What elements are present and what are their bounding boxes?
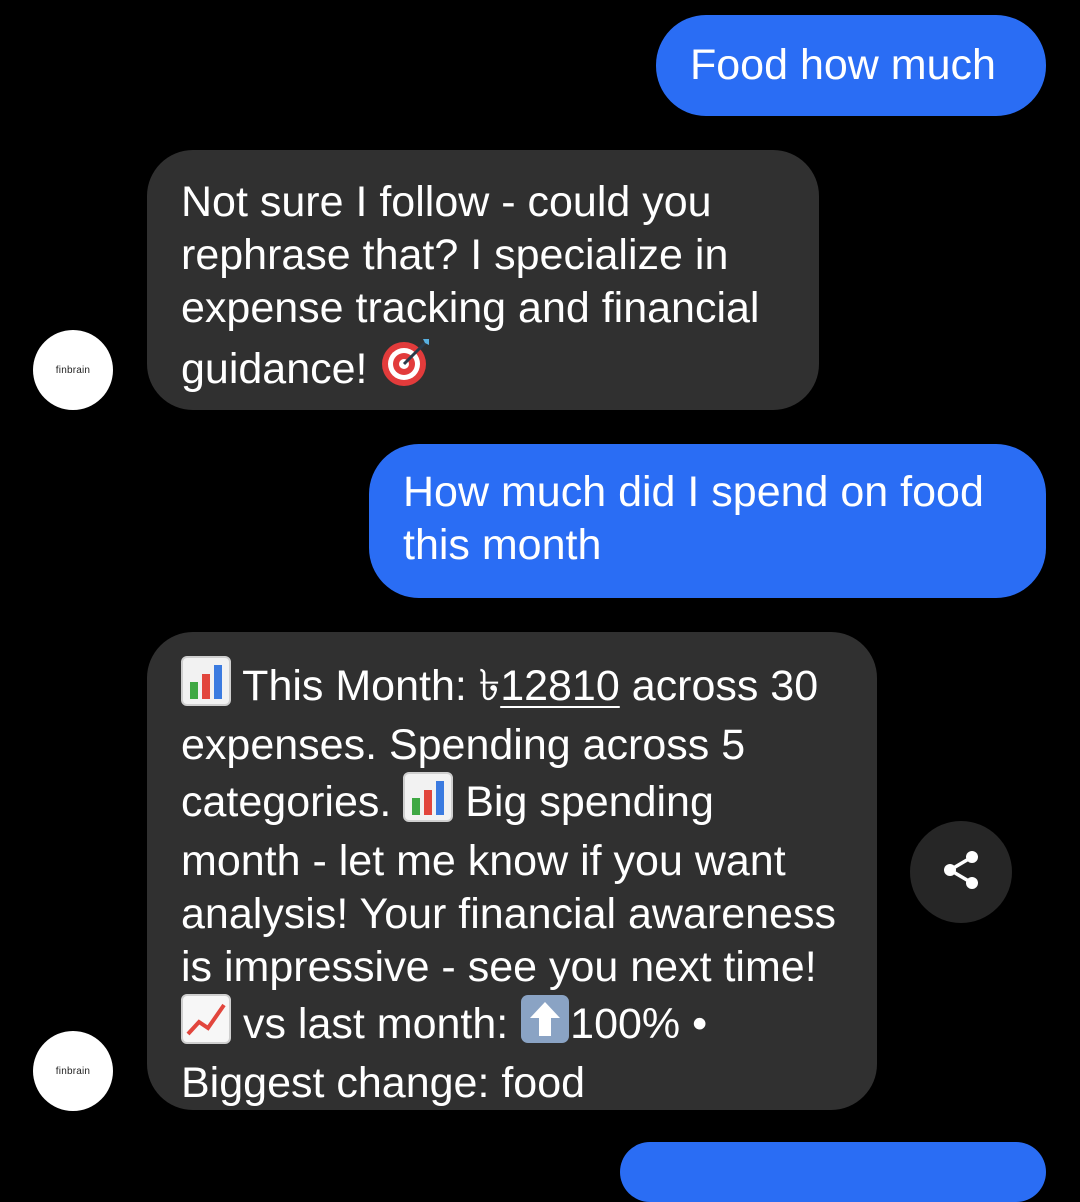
avatar-label: finbrain <box>55 1065 91 1077</box>
avatar[interactable]: finbrain <box>33 330 113 410</box>
direct-hit-target-icon <box>379 335 433 402</box>
message-text: Food how much <box>690 41 996 89</box>
share-button[interactable] <box>910 821 1012 923</box>
share-icon <box>939 848 983 897</box>
up-arrow-icon <box>520 994 570 1057</box>
message-text: Not sure I follow - could you rephrase t… <box>181 178 760 393</box>
outgoing-message-bubble[interactable]: How much did I spend on food this month <box>369 444 1046 598</box>
message-text: How much did I spend on food this month <box>403 468 984 569</box>
bar-chart-icon <box>403 772 454 835</box>
bar-chart-icon <box>181 656 231 719</box>
incoming-message-bubble[interactable]: This Month: ৳12810 across 30 expenses. S… <box>147 632 877 1110</box>
outgoing-message-bubble[interactable]: Food how much <box>656 15 1046 116</box>
message-text: This Month: ৳ <box>242 662 501 710</box>
outgoing-message-bubble[interactable] <box>620 1142 1046 1202</box>
incoming-message-bubble[interactable]: Not sure I follow - could you rephrase t… <box>147 150 819 410</box>
avatar[interactable]: finbrain <box>33 1031 113 1111</box>
amount-link[interactable]: 12810 <box>500 662 620 710</box>
chart-increasing-icon <box>181 994 231 1057</box>
message-text: vs last month: <box>231 1000 509 1048</box>
avatar-label: finbrain <box>55 364 91 376</box>
